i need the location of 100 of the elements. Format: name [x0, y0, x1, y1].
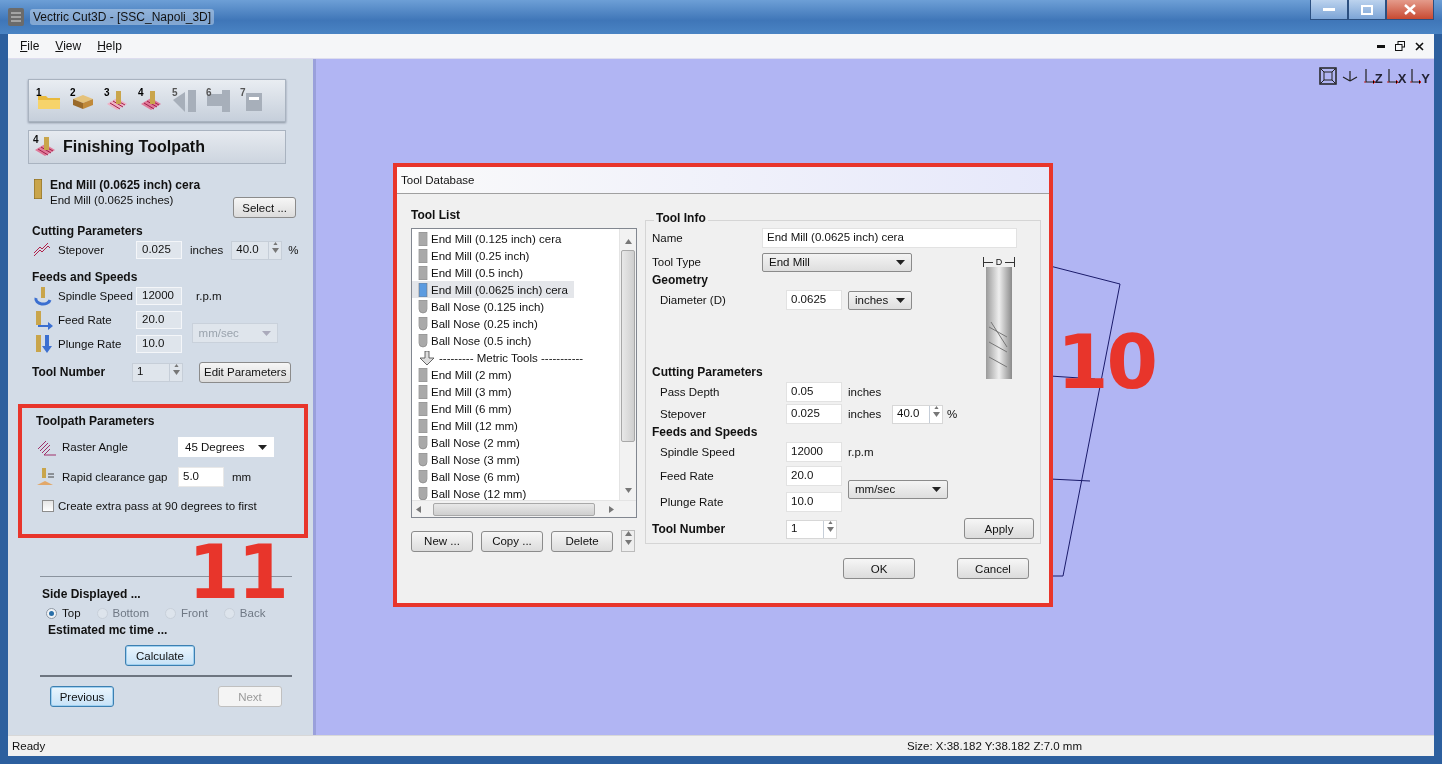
list-action-button[interactable]: Delete — [551, 530, 613, 552]
step-button[interactable]: 1 — [35, 86, 63, 115]
unit-label: inches — [848, 408, 883, 420]
end-mill-icon — [418, 401, 428, 416]
status-text: Ready — [12, 740, 46, 752]
clearance-field[interactable]: 5.0 — [178, 467, 224, 487]
view-button[interactable]: Y — [1409, 65, 1430, 85]
diameter-field[interactable]: 0.0625 — [786, 290, 842, 310]
section-label: Cutting Parameters — [652, 365, 764, 381]
raster-angle-dropdown[interactable]: 45 Degrees — [178, 437, 274, 457]
step-button[interactable]: 3 — [103, 86, 131, 115]
field-label: Raster Angle — [62, 441, 129, 453]
checkbox[interactable] — [42, 500, 54, 512]
minimize-icon[interactable] — [1377, 44, 1385, 48]
down-arrow-icon — [624, 488, 632, 493]
field-label: Tool Number — [652, 522, 727, 536]
menu-item[interactable]: File — [12, 39, 48, 53]
field-label: Diameter (D) — [659, 294, 727, 306]
field-label: Stepover — [58, 244, 106, 256]
view-button[interactable] — [1318, 65, 1337, 85]
list-action-button[interactable]: New ... — [411, 530, 473, 552]
list-item[interactable]: End Mill (12 mm) — [412, 417, 524, 434]
stepover-field[interactable]: 0.025 — [136, 241, 182, 259]
axes-icon — [1409, 67, 1422, 85]
list-item[interactable]: End Mill (0.5 inch) — [412, 264, 530, 281]
rate-field[interactable]: 20.0 — [136, 311, 182, 329]
list-item[interactable]: Ball Nose (2 mm) — [412, 434, 526, 451]
pass-depth-field[interactable]: 0.05 — [786, 382, 842, 402]
list-item[interactable]: End Mill (6 mm) — [412, 400, 518, 417]
list-action-button[interactable]: Copy ... — [481, 530, 543, 552]
units-dropdown[interactable]: inches — [848, 290, 912, 310]
dialog-button[interactable]: OK — [843, 558, 915, 579]
app-icon — [8, 8, 24, 26]
list-item[interactable]: Ball Nose (12 mm) — [412, 485, 533, 500]
apply-button[interactable]: Apply — [964, 518, 1034, 539]
spindle-speed-field[interactable]: 12000 — [786, 442, 842, 462]
close-button[interactable] — [1386, 0, 1434, 20]
list-item[interactable]: Ball Nose (3 mm) — [412, 451, 526, 468]
list-item[interactable]: --------- Metric Tools ----------- — [412, 349, 590, 366]
unit-label: r.p.m — [196, 290, 222, 302]
end-mill-icon — [418, 367, 428, 382]
minimize-button[interactable] — [1310, 0, 1348, 20]
reorder-spinner[interactable] — [621, 530, 635, 552]
stepover-field[interactable]: 0.025 — [786, 404, 842, 424]
percent-spinner[interactable]: 40.0 — [892, 404, 943, 424]
axes-icon — [1362, 67, 1375, 85]
ball-nose-icon — [418, 469, 428, 484]
list-item[interactable]: End Mill (0.125 inch) cera — [412, 230, 568, 247]
edit-parameters-button[interactable]: Edit Parameters — [199, 361, 292, 383]
list-item[interactable]: Ball Nose (6 mm) — [412, 468, 526, 485]
section-label: Side Displayed ... — [42, 587, 142, 601]
rate-field[interactable]: 10.0 — [136, 335, 182, 353]
list-item[interactable]: Ball Nose (0.25 inch) — [412, 315, 544, 332]
ball-nose-icon — [418, 452, 428, 467]
percent-spinner[interactable]: 40.0 — [231, 240, 283, 260]
calculate-button[interactable]: Calculate — [125, 645, 195, 666]
step-button[interactable]: 4 — [137, 86, 165, 115]
unit-label: mm — [232, 471, 252, 483]
list-item[interactable]: Ball Nose (0.5 inch) — [412, 332, 538, 349]
view-button[interactable]: X — [1385, 65, 1407, 85]
view-button[interactable]: Z — [1362, 65, 1383, 85]
section-label: Feeds and Speeds — [652, 425, 759, 441]
tool-number-spinner[interactable]: 1 — [132, 362, 183, 382]
plunge-rate-field[interactable]: 10.0 — [786, 492, 842, 512]
field-label: Stepover — [659, 408, 708, 420]
field-label: Feed Rate — [58, 314, 113, 326]
field-label: Tool Type — [652, 256, 702, 268]
tool-number-spinner[interactable]: 1 — [786, 519, 837, 539]
menu-item[interactable]: Help — [89, 39, 130, 53]
dimension-label: D — [983, 257, 1015, 267]
step-button[interactable]: 2 — [69, 86, 97, 115]
end-mill-icon — [34, 179, 42, 199]
field-label: Pass Depth — [659, 386, 721, 398]
select-button[interactable]: Select ... — [233, 197, 296, 218]
close-icon[interactable] — [1415, 41, 1424, 51]
menu-item[interactable]: View — [47, 39, 90, 53]
nav-button[interactable]: Previous — [50, 686, 114, 707]
dialog-title: Tool Database — [397, 167, 1049, 194]
rate-field[interactable]: 12000 — [136, 287, 182, 305]
tool-type-dropdown[interactable]: End Mill — [762, 252, 912, 272]
list-item[interactable]: End Mill (0.0625 inch) cera — [412, 281, 574, 298]
end-mill-icon — [418, 265, 428, 280]
radio-option[interactable]: Top — [46, 607, 81, 619]
list-item[interactable]: End Mill (0.25 inch) — [412, 247, 536, 264]
feed-rate-field[interactable]: 20.0 — [786, 466, 842, 486]
annotation-number: 11 — [188, 545, 287, 600]
maximize-button[interactable] — [1348, 0, 1386, 20]
field-label: Name — [652, 232, 684, 244]
section-label: Cutting Parameters — [32, 224, 144, 238]
name-field[interactable]: End Mill (0.0625 inch) cera — [762, 228, 1017, 248]
caret-icon — [258, 444, 267, 450]
list-item[interactable]: End Mill (2 mm) — [412, 366, 518, 383]
restore-icon[interactable] — [1395, 41, 1405, 51]
dialog-button[interactable]: Cancel — [957, 558, 1029, 579]
vertical-scrollbar[interactable] — [619, 229, 636, 500]
list-item[interactable]: End Mill (3 mm) — [412, 383, 518, 400]
unit-label: % — [288, 244, 299, 256]
list-item[interactable]: Ball Nose (0.125 inch) — [412, 298, 551, 315]
horizontal-scrollbar[interactable] — [412, 500, 636, 517]
units-dropdown[interactable]: mm/sec — [848, 479, 948, 499]
